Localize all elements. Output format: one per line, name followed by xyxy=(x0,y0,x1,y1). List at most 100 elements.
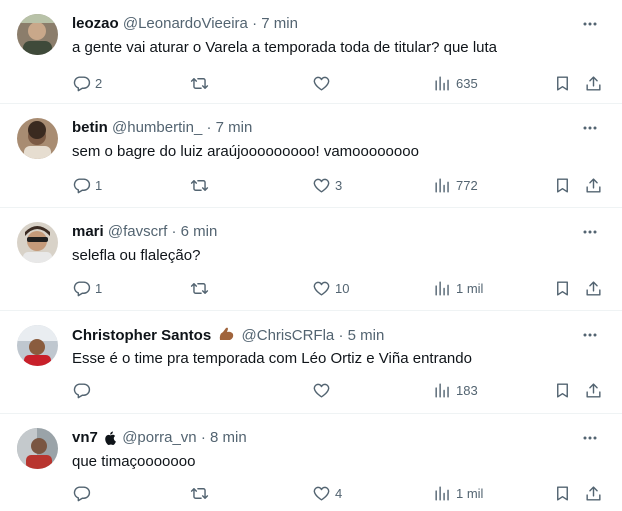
like-button[interactable]: 10 xyxy=(312,277,349,299)
bookmark-button[interactable] xyxy=(553,174,572,196)
reply-button[interactable] xyxy=(72,482,95,504)
avatar[interactable] xyxy=(17,325,58,366)
more-icon[interactable] xyxy=(578,12,602,36)
tweet-header: leozao @LeonardoVieeira · 7 min xyxy=(72,14,298,34)
retweet-button[interactable] xyxy=(190,277,213,299)
heart-icon xyxy=(313,383,330,398)
display-name[interactable]: Christopher Santos xyxy=(72,327,211,344)
user-handle[interactable]: @LeonardoVieeira xyxy=(123,15,248,32)
view-count: 183 xyxy=(456,382,478,398)
views-icon xyxy=(435,177,449,193)
bookmark-button[interactable] xyxy=(553,379,572,401)
views-icon xyxy=(435,485,449,501)
timestamp[interactable]: 6 min xyxy=(181,223,218,240)
share-button[interactable] xyxy=(584,482,603,504)
reply-button[interactable]: 2 xyxy=(72,72,102,94)
heart-icon xyxy=(313,281,330,296)
like-button[interactable] xyxy=(312,72,335,94)
bookmark-button[interactable] xyxy=(553,72,572,94)
action-bar: 1 10 1 mil xyxy=(0,277,622,299)
action-bar: 183 xyxy=(0,379,622,401)
like-count: 3 xyxy=(335,177,343,193)
share-button[interactable] xyxy=(584,174,603,196)
share-button[interactable] xyxy=(584,277,603,299)
views-button[interactable]: 1 mil xyxy=(433,277,483,299)
tweet-text: que timaçooooooo xyxy=(72,453,196,470)
separator-dot: · xyxy=(171,223,177,240)
share-icon xyxy=(586,280,601,296)
views-button[interactable]: 772 xyxy=(433,174,478,196)
reply-icon xyxy=(73,280,91,296)
tweet[interactable]: vn7 @porra_vn · 8 min que timaçooooooo 4 xyxy=(0,414,622,511)
more-icon[interactable] xyxy=(578,323,602,347)
tweet[interactable]: betin @humbertin_ · 7 min sem o bagre do… xyxy=(0,104,622,208)
separator-dot: · xyxy=(206,119,212,136)
heart-icon xyxy=(313,486,330,501)
reply-button[interactable] xyxy=(72,379,95,401)
flexed-biceps-emoji-icon xyxy=(217,325,235,349)
bookmark-button[interactable] xyxy=(553,482,572,504)
avatar[interactable] xyxy=(17,118,58,159)
views-icon xyxy=(435,382,449,398)
display-name[interactable]: leozao xyxy=(72,15,119,32)
share-icon xyxy=(586,382,601,398)
retweet-button[interactable] xyxy=(190,72,213,94)
reply-icon xyxy=(73,485,91,501)
action-bar: 4 1 mil xyxy=(0,482,622,504)
reply-button[interactable]: 1 xyxy=(72,174,102,196)
display-name[interactable]: betin xyxy=(72,119,108,136)
timestamp[interactable]: 7 min xyxy=(216,119,253,136)
user-handle[interactable]: @porra_vn xyxy=(122,429,196,446)
retweet-icon xyxy=(190,282,209,294)
avatar[interactable] xyxy=(17,428,58,469)
user-handle[interactable]: @ChrisCRFla xyxy=(242,327,335,344)
display-name[interactable]: vn7 xyxy=(72,429,98,446)
tweet-header: Christopher Santos @ChrisCRFla · 5 min xyxy=(72,325,384,349)
views-button[interactable]: 183 xyxy=(433,379,478,401)
tweet-text: selefla ou flaleção? xyxy=(72,247,201,264)
user-handle[interactable]: @favscrf xyxy=(108,223,167,240)
share-icon xyxy=(586,75,601,91)
reply-icon xyxy=(73,177,91,193)
like-count: 10 xyxy=(335,280,350,296)
timestamp[interactable]: 5 min xyxy=(348,327,385,344)
avatar[interactable] xyxy=(17,14,58,55)
timestamp[interactable]: 7 min xyxy=(261,15,298,32)
retweet-icon xyxy=(190,77,209,89)
tweet-header: mari @favscrf · 6 min xyxy=(72,222,217,242)
share-button[interactable] xyxy=(584,72,603,94)
retweet-icon xyxy=(190,487,209,499)
avatar[interactable] xyxy=(17,222,58,263)
views-icon xyxy=(435,280,449,296)
reply-button[interactable]: 1 xyxy=(72,277,102,299)
reply-icon xyxy=(73,75,91,91)
like-button[interactable]: 4 xyxy=(312,482,342,504)
retweet-button[interactable] xyxy=(190,174,213,196)
tweet[interactable]: mari @favscrf · 6 min selefla ou flaleçã… xyxy=(0,208,622,311)
views-icon xyxy=(435,75,449,91)
tweet-header: vn7 @porra_vn · 8 min xyxy=(72,428,247,451)
bookmark-icon xyxy=(557,485,568,501)
reply-icon xyxy=(73,382,91,398)
user-handle[interactable]: @humbertin_ xyxy=(112,119,202,136)
view-count: 635 xyxy=(456,75,478,91)
tweet[interactable]: leozao @LeonardoVieeira · 7 min a gente … xyxy=(0,0,622,104)
views-button[interactable]: 1 mil xyxy=(433,482,483,504)
views-button[interactable]: 635 xyxy=(433,72,478,94)
more-icon[interactable] xyxy=(578,220,602,244)
bookmark-button[interactable] xyxy=(553,277,572,299)
timestamp[interactable]: 8 min xyxy=(210,429,247,446)
like-button[interactable] xyxy=(312,379,335,401)
retweet-button[interactable] xyxy=(190,482,213,504)
reply-count: 1 xyxy=(95,280,103,296)
share-button[interactable] xyxy=(584,379,603,401)
like-count: 4 xyxy=(335,485,343,501)
tweet[interactable]: Christopher Santos @ChrisCRFla · 5 min E… xyxy=(0,311,622,414)
like-button[interactable]: 3 xyxy=(312,174,342,196)
tweet-text: a gente vai aturar o Varela a temporada … xyxy=(72,39,498,56)
view-count: 772 xyxy=(456,177,478,193)
more-icon[interactable] xyxy=(578,426,602,450)
tweet-header: betin @humbertin_ · 7 min xyxy=(72,118,252,138)
display-name[interactable]: mari xyxy=(72,223,104,240)
more-icon[interactable] xyxy=(578,116,602,140)
